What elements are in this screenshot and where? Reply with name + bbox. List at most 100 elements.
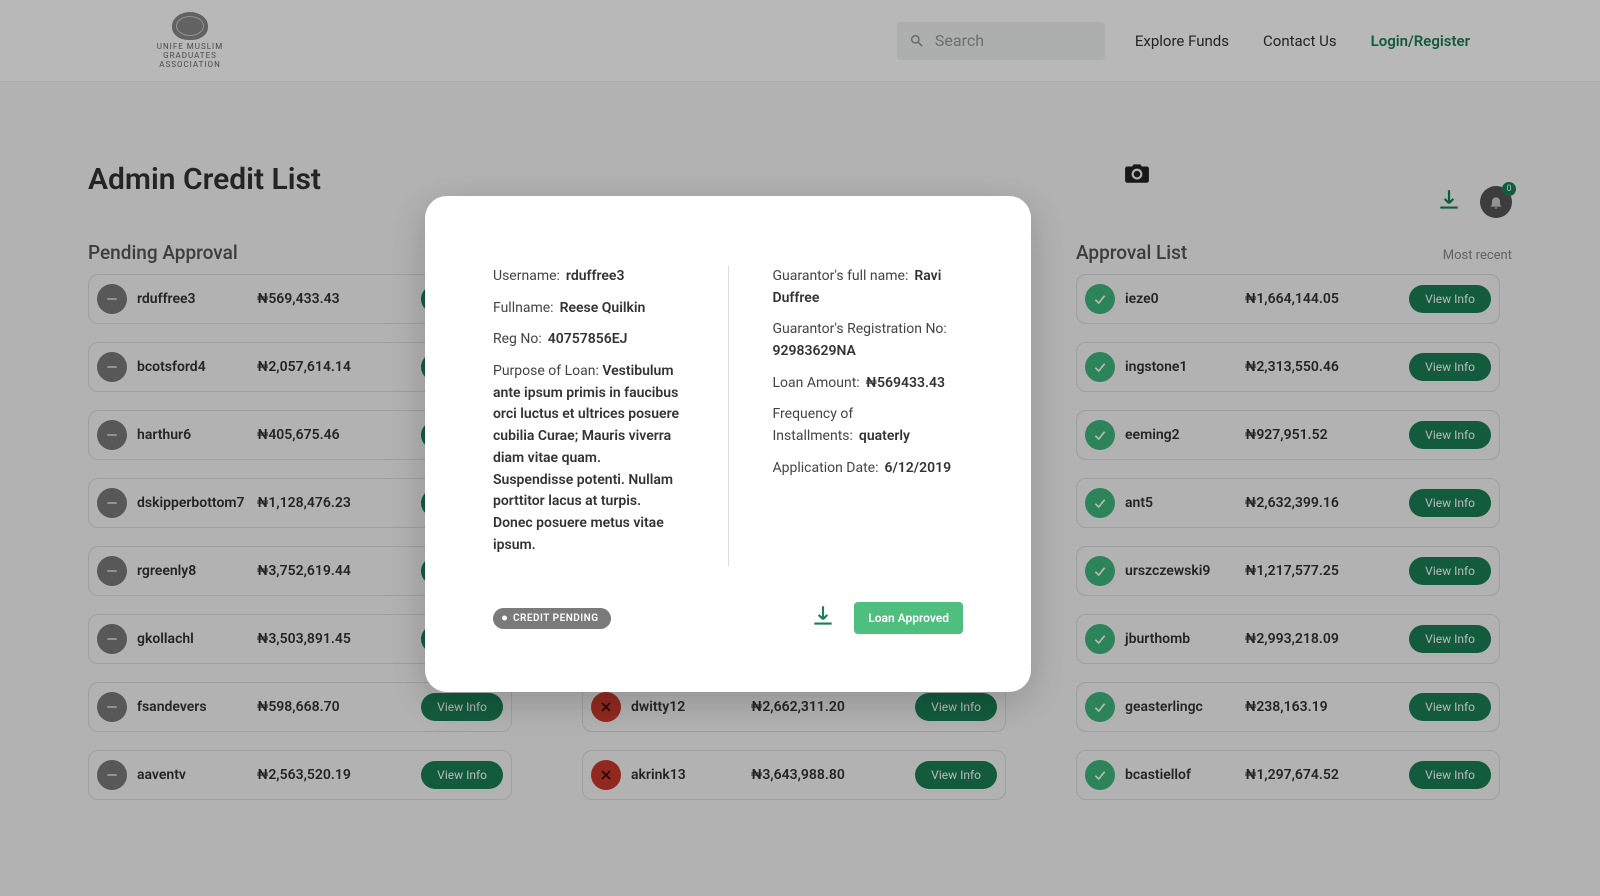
view-info-button[interactable]: View Info: [1409, 421, 1491, 449]
label-frequency: Frequency of Installments:: [773, 406, 854, 444]
list-row: ingstone1₦2,313,550.46View Info: [1076, 342, 1500, 392]
status-rejected-icon: [591, 760, 621, 790]
list-row: bcastiellof₦1,297,674.52View Info: [1076, 750, 1500, 800]
logo[interactable]: UNIFE MUSLIM GRADUATES ASSOCIATION: [130, 12, 250, 69]
row-amount: ₦238,163.19: [1245, 699, 1409, 715]
status-pending-icon: [97, 624, 127, 654]
row-username: gkollachl: [137, 631, 257, 647]
row-username: geasterlingc: [1125, 699, 1245, 715]
list-row: ieze0₦1,664,144.05View Info: [1076, 274, 1500, 324]
row-username: rgreenly8: [137, 563, 257, 579]
row-username: bcastiellof: [1125, 767, 1245, 783]
label-regno: Reg No:: [493, 331, 542, 347]
status-rejected-icon: [591, 692, 621, 722]
list-row: urszczewski9₦1,217,577.25View Info: [1076, 546, 1500, 596]
status-approved-icon: [1085, 488, 1115, 518]
sort-label[interactable]: Most recent: [1443, 248, 1512, 263]
view-info-button[interactable]: View Info: [1409, 353, 1491, 381]
view-info-button[interactable]: View Info: [1409, 693, 1491, 721]
label-guarantor-reg: Guarantor's Registration No:: [773, 321, 947, 337]
label-date: Application Date:: [773, 460, 879, 476]
status-approved-icon: [1085, 352, 1115, 382]
row-username: ingstone1: [1125, 359, 1245, 375]
view-info-button[interactable]: View Info: [1409, 761, 1491, 789]
view-info-button[interactable]: View Info: [421, 761, 503, 789]
view-info-button[interactable]: View Info: [915, 693, 997, 721]
value-frequency: quaterly: [859, 428, 910, 444]
row-username: urszczewski9: [1125, 563, 1245, 579]
approved-title: Approval List: [1076, 241, 1187, 264]
row-amount: ₦2,993,218.09: [1245, 631, 1409, 647]
row-amount: ₦2,313,550.46: [1245, 359, 1409, 375]
row-username: bcotsford4: [137, 359, 257, 375]
row-username: jburthomb: [1125, 631, 1245, 647]
notifications-button[interactable]: 0: [1480, 186, 1512, 218]
row-amount: ₦598,668.70: [257, 699, 421, 715]
nav: Explore Funds Contact Us Login/Register: [1135, 32, 1470, 50]
value-fullname: Reese Quilkin: [560, 300, 646, 316]
header: UNIFE MUSLIM GRADUATES ASSOCIATION Searc…: [0, 0, 1600, 82]
row-username: ant5: [1125, 495, 1245, 511]
row-amount: ₦1,128,476.23: [257, 495, 421, 511]
search-icon: [909, 33, 925, 49]
logo-text-line1: UNIFE MUSLIM GRADUATES: [130, 42, 250, 60]
status-approved-icon: [1085, 420, 1115, 450]
status-pending-icon: [97, 556, 127, 586]
row-username: dskipperbottom7: [137, 495, 257, 511]
label-username: Username:: [493, 268, 560, 284]
logo-emblem-icon: [172, 12, 208, 40]
row-amount: ₦2,662,311.20: [751, 699, 915, 715]
value-date: 6/12/2019: [884, 460, 951, 476]
status-approved-icon: [1085, 760, 1115, 790]
approved-list[interactable]: ieze0₦1,664,144.05View Info ingstone1₦2,3…: [1076, 274, 1512, 814]
loan-approved-button[interactable]: Loan Approved: [854, 602, 963, 634]
status-approved-icon: [1085, 556, 1115, 586]
row-amount: ₦1,217,577.25: [1245, 563, 1409, 579]
row-amount: ₦2,632,399.16: [1245, 495, 1409, 511]
value-username: rduffree3: [566, 268, 625, 284]
camera-icon[interactable]: [1124, 162, 1150, 188]
list-row: jburthomb₦2,993,218.09View Info: [1076, 614, 1500, 664]
view-info-button[interactable]: View Info: [1409, 557, 1491, 585]
status-pending-icon: [97, 488, 127, 518]
list-row: aaventv₦2,563,520.19View Info: [88, 750, 512, 800]
nav-contact-us[interactable]: Contact Us: [1263, 32, 1337, 50]
row-username: rduffree3: [137, 291, 257, 307]
nav-explore-funds[interactable]: Explore Funds: [1135, 32, 1229, 50]
list-row: akrink13₦3,643,988.80View Info: [582, 750, 1006, 800]
page-title: Admin Credit List: [88, 162, 321, 197]
row-amount: ₦3,643,988.80: [751, 767, 915, 783]
list-row: ant5₦2,632,399.16View Info: [1076, 478, 1500, 528]
row-amount: ₦2,563,520.19: [257, 767, 421, 783]
status-pending-icon: [97, 352, 127, 382]
modal-download-icon[interactable]: [810, 603, 836, 633]
search-placeholder: Search: [935, 31, 984, 50]
row-username: eeming2: [1125, 427, 1245, 443]
notifications-badge: 0: [1502, 182, 1516, 196]
value-regno: 40757856EJ: [548, 331, 628, 347]
view-info-button[interactable]: View Info: [1409, 285, 1491, 313]
row-amount: ₦927,951.52: [1245, 427, 1409, 443]
search-input[interactable]: Search: [897, 22, 1105, 60]
view-info-button[interactable]: View Info: [915, 761, 997, 789]
row-username: harthur6: [137, 427, 257, 443]
status-pending-icon: [97, 692, 127, 722]
value-amount: ₦569433.43: [866, 375, 945, 391]
status-approved-icon: [1085, 624, 1115, 654]
view-info-button[interactable]: View Info: [1409, 625, 1491, 653]
status-approved-icon: [1085, 692, 1115, 722]
value-purpose: Vestibulum ante ipsum primis in faucibus…: [493, 363, 679, 553]
view-info-button[interactable]: View Info: [421, 693, 503, 721]
list-row: geasterlingc₦238,163.19View Info: [1076, 682, 1500, 732]
pending-title: Pending Approval: [88, 241, 238, 264]
row-username: dwitty12: [631, 699, 751, 715]
label-purpose: Purpose of Loan:: [493, 363, 599, 379]
row-username: ieze0: [1125, 291, 1245, 307]
download-icon[interactable]: [1436, 187, 1462, 217]
row-amount: ₦3,503,891.45: [257, 631, 421, 647]
row-username: fsandevers: [137, 699, 257, 715]
nav-login-register[interactable]: Login/Register: [1371, 32, 1470, 50]
view-info-button[interactable]: View Info: [1409, 489, 1491, 517]
value-guarantor-reg: 92983629NA: [773, 343, 856, 359]
status-pending-icon: [97, 420, 127, 450]
